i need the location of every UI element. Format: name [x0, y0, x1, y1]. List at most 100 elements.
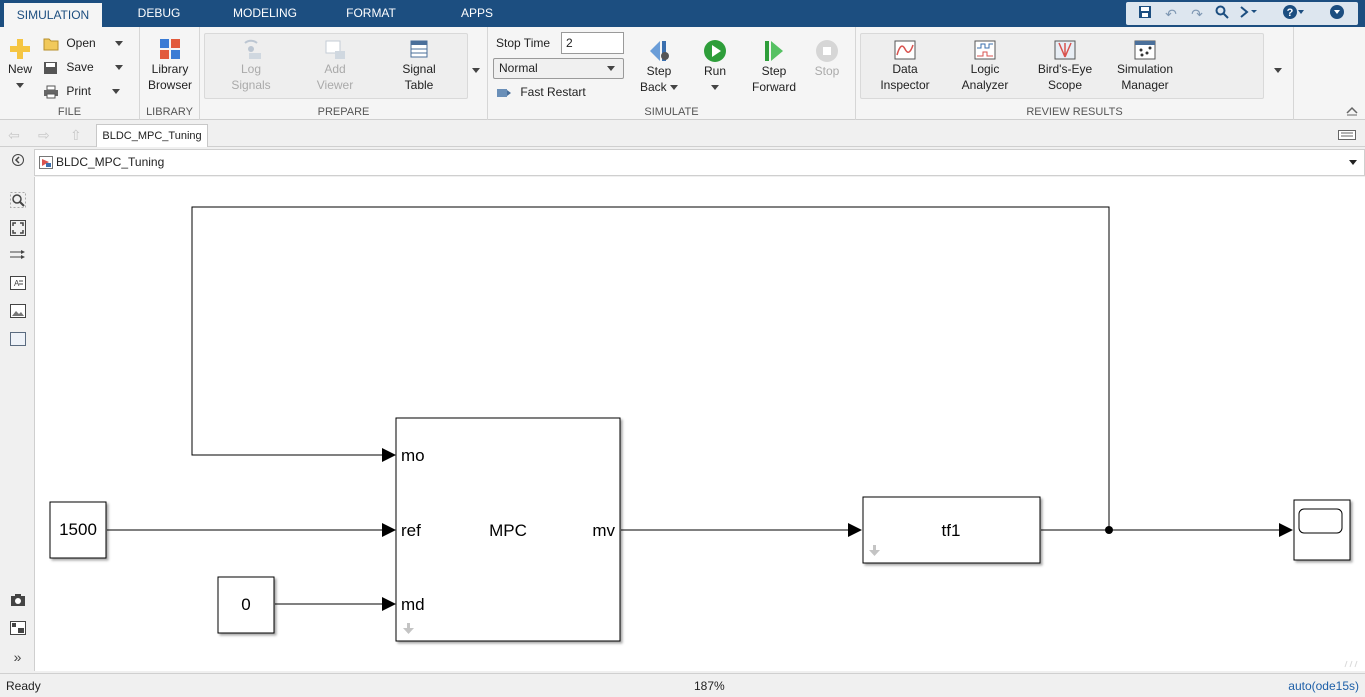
print-button[interactable]: Print — [43, 81, 121, 101]
image-icon[interactable] — [9, 304, 26, 321]
undo-icon[interactable]: ↶ — [1161, 4, 1181, 24]
step-forward-button[interactable]: Step Forward — [746, 39, 802, 95]
data-inspector-icon — [894, 40, 916, 60]
review-gallery-expand[interactable] — [1274, 63, 1282, 77]
step-forward-icon — [765, 41, 783, 61]
save-button[interactable]: Save — [43, 57, 124, 77]
model-tab[interactable]: BLDC_MPC_Tuning — [96, 124, 208, 147]
area-icon[interactable] — [9, 332, 26, 349]
help-icon[interactable]: ? — [1282, 4, 1304, 24]
add-viewer-icon — [325, 40, 345, 59]
signal-table-icon — [410, 40, 428, 58]
address-bar: BLDC_MPC_Tuning — [34, 149, 1365, 176]
new-button[interactable]: New — [4, 37, 36, 93]
signal-table-button[interactable]: Signal Table — [384, 39, 454, 93]
data-inspector-button[interactable]: Data Inspector — [868, 39, 942, 93]
constant-0-value: 0 — [241, 595, 250, 614]
signal-line-icon[interactable] — [9, 248, 26, 265]
simulation-manager-icon — [1134, 40, 1156, 60]
forward-arrow-icon[interactable]: ⇨ — [38, 127, 50, 144]
birds-eye-scope-button[interactable]: Bird's-Eye Scope — [1028, 39, 1102, 93]
md-arrowhead — [382, 597, 396, 611]
fast-restart-button[interactable]: Fast Restart — [496, 82, 586, 102]
review-section-title: REVIEW RESULTS — [1026, 106, 1123, 118]
expand-palette-icon[interactable]: » — [9, 649, 26, 666]
tf1-block-label: tf1 — [942, 521, 961, 540]
birds-eye-scope-icon — [1054, 40, 1076, 60]
prepare-section: Log Signals Add Viewer Signal Table PREP… — [200, 27, 488, 120]
tf1-input-arrowhead — [848, 523, 862, 537]
collapse-ribbon-icon[interactable] — [1327, 4, 1347, 24]
library-browser-button[interactable]: Library Browser — [144, 37, 196, 93]
canvas-palette: A » — [0, 148, 34, 672]
mpc-block-label: MPC — [489, 521, 527, 540]
add-viewer-button[interactable]: Add Viewer — [300, 39, 370, 93]
status-text: Ready — [6, 679, 41, 693]
log-signals-button[interactable]: Log Signals — [216, 39, 286, 93]
tab-format[interactable]: FORMAT — [336, 0, 406, 27]
screenshot-icon[interactable] — [9, 593, 26, 610]
stop-time-label: Stop Time — [496, 36, 551, 50]
constant-1500-value: 1500 — [59, 520, 97, 539]
constant-block-0[interactable]: 0 — [217, 576, 275, 634]
status-bar: Ready 187% auto(ode15s) — [0, 673, 1365, 697]
mpc-port-md: md — [401, 595, 425, 614]
stop-time-input[interactable]: 2 — [561, 32, 624, 54]
new-icon — [10, 39, 30, 59]
zoom-icon[interactable] — [9, 192, 26, 209]
prepare-gallery-expand[interactable] — [472, 63, 480, 77]
simulation-mode-dropdown[interactable]: Normal — [493, 58, 624, 79]
printer-icon — [44, 85, 58, 99]
step-back-button[interactable]: Step Back — [634, 39, 684, 95]
breadcrumb[interactable]: BLDC_MPC_Tuning — [56, 155, 164, 169]
tab-simulation[interactable]: SIMULATION — [4, 0, 102, 27]
file-section: New Open Save Print FILE — [0, 27, 140, 120]
zoom-level: 187% — [694, 679, 725, 693]
model-icon — [39, 156, 53, 169]
svg-text:?: ? — [1287, 7, 1294, 19]
file-section-title: FILE — [57, 106, 82, 118]
mpc-port-ref: ref — [401, 521, 421, 540]
log-signals-icon — [244, 39, 261, 59]
mpc-port-mv: mv — [592, 521, 615, 540]
logic-analyzer-button[interactable]: Logic Analyzer — [948, 39, 1022, 93]
ribbon-tab-bar: SIMULATION DEBUG MODELING FORMAT APPS ↶ … — [0, 0, 1365, 27]
up-arrow-icon[interactable]: ⇧ — [70, 127, 82, 144]
annotation-icon[interactable]: A — [9, 276, 26, 293]
address-dropdown-icon[interactable] — [1349, 160, 1357, 165]
ref-arrowhead — [382, 523, 396, 537]
fit-to-view-icon[interactable] — [9, 220, 26, 237]
options-icon[interactable] — [1238, 4, 1258, 24]
simulation-manager-button[interactable]: Simulation Manager — [1108, 39, 1182, 93]
minimize-ribbon-icon[interactable] — [1346, 105, 1358, 119]
constant-block-1500[interactable]: 1500 — [49, 501, 107, 559]
mpc-controller-block[interactable]: mo ref md MPC mv — [395, 417, 621, 642]
stop-button[interactable]: Stop — [810, 39, 844, 79]
tab-modeling[interactable]: MODELING — [224, 0, 306, 27]
scope-block[interactable] — [1293, 499, 1351, 561]
model-browser-icon[interactable] — [9, 621, 26, 638]
explorer-bar-toggle-icon[interactable] — [1338, 129, 1356, 143]
logic-analyzer-icon — [974, 40, 996, 60]
tab-apps[interactable]: APPS — [448, 0, 506, 27]
save-quick-icon[interactable] — [1135, 4, 1155, 24]
hide-show-explorer-icon[interactable] — [9, 153, 26, 170]
model-browser-bar: ⇦ ⇨ ⇧ BLDC_MPC_Tuning — [0, 121, 1365, 147]
transfer-function-block-tf1[interactable]: tf1 — [862, 496, 1041, 564]
folder-icon — [43, 38, 59, 51]
redo-icon[interactable]: ↷ — [1187, 4, 1207, 24]
tab-debug[interactable]: DEBUG — [124, 0, 194, 27]
scope-arrowhead — [1279, 523, 1293, 537]
solver-link[interactable]: auto(ode15s) — [1288, 674, 1359, 697]
back-arrow-icon[interactable]: ⇦ — [8, 127, 20, 144]
run-icon — [704, 40, 726, 62]
simulate-section-title: SIMULATE — [644, 106, 699, 118]
find-icon[interactable] — [1212, 4, 1232, 24]
simulate-section: Stop Time 2 Normal Fast Restart Step Bac… — [488, 27, 856, 120]
fast-restart-icon — [497, 88, 511, 97]
open-button[interactable]: Open — [43, 33, 124, 53]
run-button[interactable]: Run — [692, 39, 738, 95]
model-canvas[interactable]: 1500 0 mo ref md MPC mv tf1 — [34, 177, 1365, 671]
mo-arrowhead — [382, 448, 396, 462]
feedback-signal-line[interactable] — [191, 206, 1110, 530]
